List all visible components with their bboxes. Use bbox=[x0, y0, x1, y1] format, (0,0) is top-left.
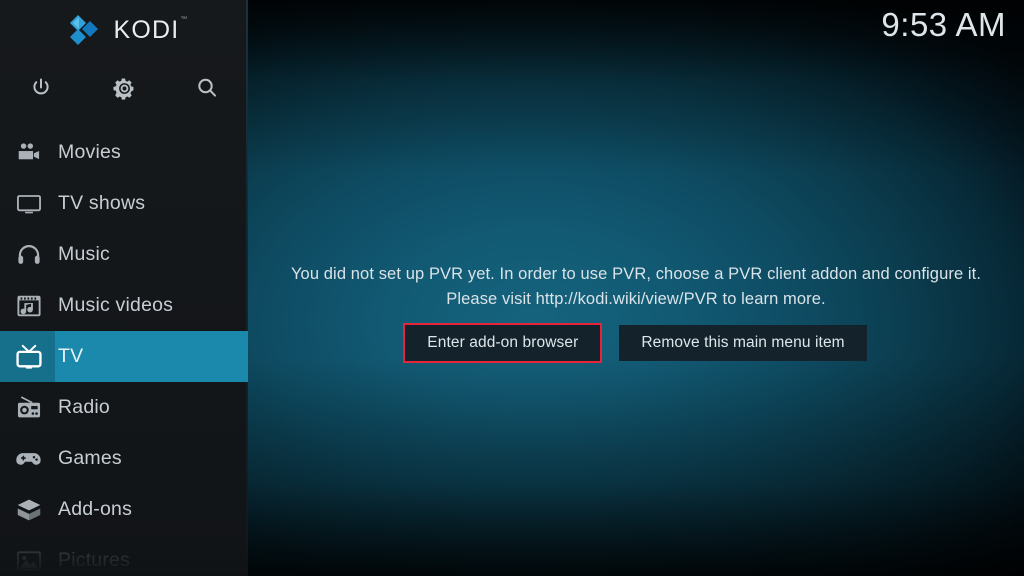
enter-addon-browser-button[interactable]: Enter add-on browser bbox=[403, 323, 603, 363]
addon-box-icon bbox=[0, 484, 58, 535]
settings-button[interactable] bbox=[83, 62, 166, 114]
sidebar-item-tv[interactable]: TV bbox=[0, 331, 248, 382]
sidebar-item-label: Radio bbox=[58, 396, 110, 418]
kodi-logo-icon bbox=[69, 14, 103, 46]
pvr-message-line-2: Please visit http://kodi.wiki/view/PVR t… bbox=[446, 290, 826, 308]
sidebar-item-radio[interactable]: Radio bbox=[0, 382, 248, 433]
movie-camera-icon bbox=[0, 127, 58, 178]
remove-main-menu-item-button[interactable]: Remove this main menu item bbox=[619, 325, 867, 361]
app-name: KODI ™ bbox=[113, 15, 188, 44]
television-icon bbox=[0, 178, 58, 229]
pictures-icon bbox=[0, 535, 58, 576]
main-menu: Movies TV shows Music Music videos TV Radio Ga… bbox=[0, 127, 248, 576]
headphones-icon bbox=[0, 229, 58, 280]
sidebar-item-music-videos[interactable]: Music videos bbox=[0, 280, 248, 331]
sidebar-item-label: Music videos bbox=[58, 294, 174, 316]
sidebar-item-pictures[interactable]: Pictures bbox=[0, 535, 248, 576]
search-button[interactable] bbox=[165, 62, 248, 114]
sidebar-item-tv-shows[interactable]: TV shows bbox=[0, 178, 248, 229]
sidebar-item-label: TV shows bbox=[58, 192, 146, 214]
sidebar: KODI ™ Movies TV shows Music Music video… bbox=[0, 0, 248, 576]
sidebar-item-add-ons[interactable]: Add-ons bbox=[0, 484, 248, 535]
power-button[interactable] bbox=[0, 62, 83, 114]
app-logo: KODI ™ bbox=[0, 8, 248, 52]
film-music-icon bbox=[0, 280, 58, 331]
radio-icon bbox=[0, 382, 58, 433]
sidebar-item-label: Movies bbox=[58, 141, 121, 163]
pvr-message-line-1: You did not set up PVR yet. In order to … bbox=[290, 265, 982, 283]
sidebar-item-movies[interactable]: Movies bbox=[0, 127, 248, 178]
pvr-setup-message: You did not set up PVR yet. In order to … bbox=[248, 262, 1024, 312]
trademark-symbol: ™ bbox=[180, 15, 189, 23]
sidebar-edge bbox=[246, 0, 248, 576]
sidebar-item-label: TV bbox=[58, 345, 84, 367]
action-button-row: Enter add-on browser Remove this main men… bbox=[248, 323, 1024, 363]
app-name-text: KODI bbox=[113, 15, 180, 44]
tv-antenna-icon bbox=[0, 331, 58, 382]
sidebar-item-games[interactable]: Games bbox=[0, 433, 248, 484]
sidebar-item-label: Games bbox=[58, 447, 122, 469]
sidebar-item-label: Pictures bbox=[58, 549, 131, 571]
sidebar-item-music[interactable]: Music bbox=[0, 229, 248, 280]
gamepad-icon bbox=[0, 433, 58, 484]
main-content: You did not set up PVR yet. In order to … bbox=[248, 0, 1024, 576]
sidebar-item-label: Music bbox=[58, 243, 110, 265]
sidebar-top-actions bbox=[0, 62, 248, 114]
kodi-window: 9:53 AM You did not set up PVR yet. In o… bbox=[0, 0, 1024, 576]
sidebar-item-label: Add-ons bbox=[58, 498, 133, 520]
